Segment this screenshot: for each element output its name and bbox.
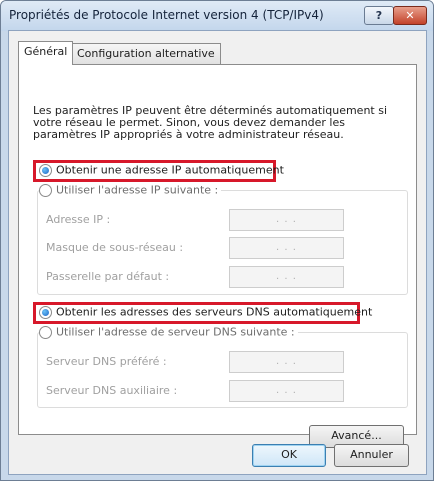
radio-unchecked-icon [39, 183, 52, 197]
description-text: Les paramètres IP peuvent être déterminé… [33, 104, 388, 141]
radio-checked-icon [39, 163, 52, 177]
dialog-window: Propriétés de Protocole Internet version… [0, 0, 434, 481]
radio-auto-dns[interactable]: Obtenir les adresses des serveurs DNS au… [39, 305, 372, 319]
help-button[interactable]: ? [364, 6, 394, 25]
radio-unchecked-icon [39, 325, 52, 339]
tab-panel-general: Les paramètres IP peuvent être déterminé… [18, 64, 417, 448]
default-gateway-label: Passerelle par défaut : [46, 270, 170, 283]
cancel-button[interactable]: Annuler [334, 444, 409, 467]
close-icon: ✕ [405, 9, 415, 22]
radio-auto-ip[interactable]: Obtenir une adresse IP automatiquement [39, 163, 284, 177]
dialog-client-area: Général Configuration alternative Les pa… [8, 30, 427, 475]
subnet-mask-field[interactable]: . . . [229, 237, 344, 259]
ok-button[interactable]: OK [252, 444, 326, 467]
ip-address-field[interactable]: . . . [229, 209, 344, 231]
tab-general[interactable]: Général [18, 41, 74, 65]
title-bar[interactable]: Propriétés de Protocole Internet version… [1, 1, 433, 31]
radio-checked-icon [39, 305, 52, 319]
preferred-dns-field[interactable]: . . . [229, 351, 344, 373]
radio-manual-ip-label: Utiliser l'adresse IP suivante : [56, 183, 219, 197]
window-title: Propriétés de Protocole Internet version… [9, 8, 324, 22]
ip-address-label: Adresse IP : [46, 213, 111, 226]
question-mark-icon: ? [375, 9, 383, 22]
close-button[interactable]: ✕ [393, 6, 427, 25]
alternate-dns-label: Serveur DNS auxiliaire : [46, 384, 178, 397]
radio-manual-dns-label: Utiliser l'adresse de serveur DNS suivan… [56, 325, 295, 339]
radio-manual-dns[interactable]: Utiliser l'adresse de serveur DNS suivan… [39, 325, 298, 339]
preferred-dns-label: Serveur DNS préféré : [46, 355, 167, 368]
radio-auto-dns-label: Obtenir les adresses des serveurs DNS au… [56, 305, 373, 319]
subnet-mask-label: Masque de sous-réseau : [46, 241, 184, 254]
radio-manual-ip[interactable]: Utiliser l'adresse IP suivante : [39, 183, 222, 197]
tab-alternate-configuration[interactable]: Configuration alternative [71, 43, 221, 64]
radio-auto-ip-label: Obtenir une adresse IP automatiquement [56, 163, 284, 177]
alternate-dns-field[interactable]: . . . [229, 380, 344, 402]
default-gateway-field[interactable]: . . . [229, 266, 344, 288]
